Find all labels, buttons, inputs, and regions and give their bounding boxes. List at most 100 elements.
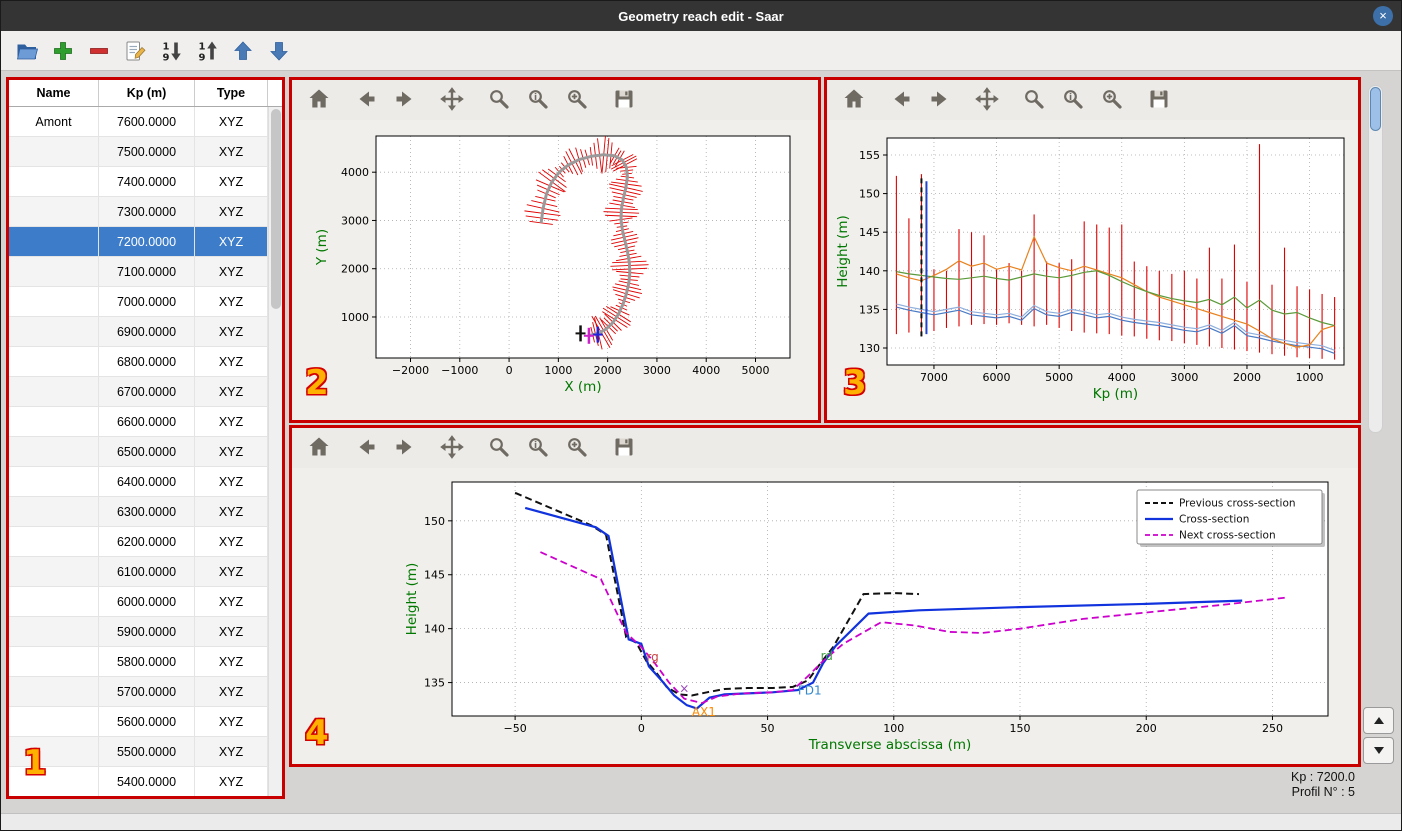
svg-text:FD1: FD1 (798, 683, 822, 697)
pan-button[interactable] (972, 85, 1002, 115)
column-header-name[interactable]: Name (9, 80, 99, 106)
close-button[interactable]: × (1373, 6, 1393, 26)
remove-profile-button[interactable] (85, 37, 113, 65)
table-row[interactable]: 6600.0000 XYZ (9, 407, 268, 437)
table-row[interactable]: 5700.0000 XYZ (9, 677, 268, 707)
cell-name (9, 197, 99, 226)
save-button[interactable] (609, 85, 639, 115)
home-button[interactable] (839, 85, 869, 115)
table-row[interactable]: 6300.0000 XYZ (9, 497, 268, 527)
cell-kp: 7500.0000 (99, 137, 195, 166)
cell-kp: 5700.0000 (99, 677, 195, 706)
table-row[interactable]: 6800.0000 XYZ (9, 347, 268, 377)
down-triangle-icon (1373, 747, 1384, 754)
table-row[interactable]: 6400.0000 XYZ (9, 467, 268, 497)
table-row[interactable]: 6000.0000 XYZ (9, 587, 268, 617)
table-row[interactable]: 6100.0000 XYZ (9, 557, 268, 587)
table-row[interactable]: 7200.0000 XYZ (9, 227, 268, 257)
move-down-icon (267, 39, 291, 63)
zoom-button[interactable] (484, 85, 514, 115)
legend-label: Cross-section (1179, 514, 1249, 526)
zoom-info-button[interactable] (1058, 85, 1088, 115)
x-axis-label: Kp (m) (1093, 386, 1138, 402)
svg-text:0: 0 (638, 722, 645, 735)
move-up-button[interactable] (229, 37, 257, 65)
home-button[interactable] (304, 433, 334, 463)
svg-text:150: 150 (1010, 722, 1031, 735)
zoom-info-icon (526, 87, 550, 111)
table-row[interactable]: 7000.0000 XYZ (9, 287, 268, 317)
table-scrollbar[interactable] (268, 107, 282, 796)
zoom-button[interactable] (484, 433, 514, 463)
open-file-button[interactable] (13, 37, 41, 65)
cell-kp: 7600.0000 (99, 107, 195, 136)
table-row[interactable]: 6900.0000 XYZ (9, 317, 268, 347)
cell-name (9, 527, 99, 556)
app-window: Geometry reach edit - Saar × Name Kp (m)… (0, 0, 1402, 831)
table-row[interactable]: 5600.0000 XYZ (9, 707, 268, 737)
table-row[interactable]: Amont 7600.0000 XYZ (9, 107, 268, 137)
table-row[interactable]: 7300.0000 XYZ (9, 197, 268, 227)
table-row[interactable]: 7100.0000 XYZ (9, 257, 268, 287)
back-button[interactable] (351, 85, 381, 115)
back-button[interactable] (886, 85, 916, 115)
profile-down-button[interactable] (1363, 737, 1394, 764)
table-row[interactable]: 5500.0000 XYZ (9, 737, 268, 767)
cell-kp: 6900.0000 (99, 317, 195, 346)
pan-button[interactable] (437, 85, 467, 115)
table-row[interactable]: 6500.0000 XYZ (9, 437, 268, 467)
zoom-info-button[interactable] (523, 433, 553, 463)
table-row[interactable]: 5400.0000 XYZ (9, 767, 268, 796)
table-scrollbar-thumb[interactable] (271, 109, 281, 309)
sort-descending-button[interactable] (157, 37, 185, 65)
back-button[interactable] (351, 433, 381, 463)
cross-section-plot-toolbar (292, 428, 1358, 468)
vertical-scrollbar-thumb[interactable] (1370, 87, 1381, 131)
forward-button[interactable] (925, 85, 955, 115)
column-header-kp[interactable]: Kp (m) (99, 80, 195, 106)
svg-text:2000: 2000 (594, 364, 622, 377)
back-icon (354, 87, 378, 111)
table-row[interactable]: 7500.0000 XYZ (9, 137, 268, 167)
save-button[interactable] (609, 433, 639, 463)
x-axis-label: X (m) (564, 379, 601, 395)
table-row[interactable]: 7400.0000 XYZ (9, 167, 268, 197)
panel-number-4: 4 (305, 713, 329, 753)
edit-profile-button[interactable] (121, 37, 149, 65)
y-axis-label: Height (m) (835, 215, 851, 288)
pan-button[interactable] (437, 433, 467, 463)
longitudinal-chart-canvas[interactable]: 7000 6000 5000 4000 3000 2000 1000 130 135 140 145… (827, 120, 1358, 420)
zoom-plus-button[interactable] (562, 85, 592, 115)
column-header-type[interactable]: Type (195, 80, 268, 106)
main-toolbar (1, 31, 1401, 71)
cell-type: XYZ (195, 767, 268, 796)
zoom-info-button[interactable] (523, 85, 553, 115)
profile-up-button[interactable] (1363, 707, 1394, 734)
pan-icon (440, 435, 464, 459)
title-bar: Geometry reach edit - Saar × (1, 1, 1401, 31)
cell-kp: 6300.0000 (99, 497, 195, 526)
cell-kp: 6400.0000 (99, 467, 195, 496)
plan-chart-canvas[interactable]: −2000 −1000 0 1000 2000 3000 4000 5000 1000 2000 3… (292, 120, 818, 420)
table-row[interactable]: 6700.0000 XYZ (9, 377, 268, 407)
cell-kp: 6500.0000 (99, 437, 195, 466)
back-icon (889, 87, 913, 111)
table-row[interactable]: 5800.0000 XYZ (9, 647, 268, 677)
svg-text:1000: 1000 (341, 311, 369, 324)
pan-icon (975, 87, 999, 111)
sort-ascending-button[interactable] (193, 37, 221, 65)
save-button[interactable] (1144, 85, 1174, 115)
table-row[interactable]: 5900.0000 XYZ (9, 617, 268, 647)
forward-button[interactable] (390, 433, 420, 463)
zoom-plus-button[interactable] (1097, 85, 1127, 115)
home-button[interactable] (304, 85, 334, 115)
window-vertical-scrollbar[interactable] (1368, 85, 1383, 433)
zoom-plus-button[interactable] (562, 433, 592, 463)
zoom-button[interactable] (1019, 85, 1049, 115)
forward-button[interactable] (390, 85, 420, 115)
move-down-button[interactable] (265, 37, 293, 65)
add-profile-button[interactable] (49, 37, 77, 65)
zoom-icon (1022, 87, 1046, 111)
cross-section-chart-canvas[interactable]: −50 0 50 100 150 200 250 135 140 145 150 Transverse… (292, 468, 1358, 764)
table-row[interactable]: 6200.0000 XYZ (9, 527, 268, 557)
